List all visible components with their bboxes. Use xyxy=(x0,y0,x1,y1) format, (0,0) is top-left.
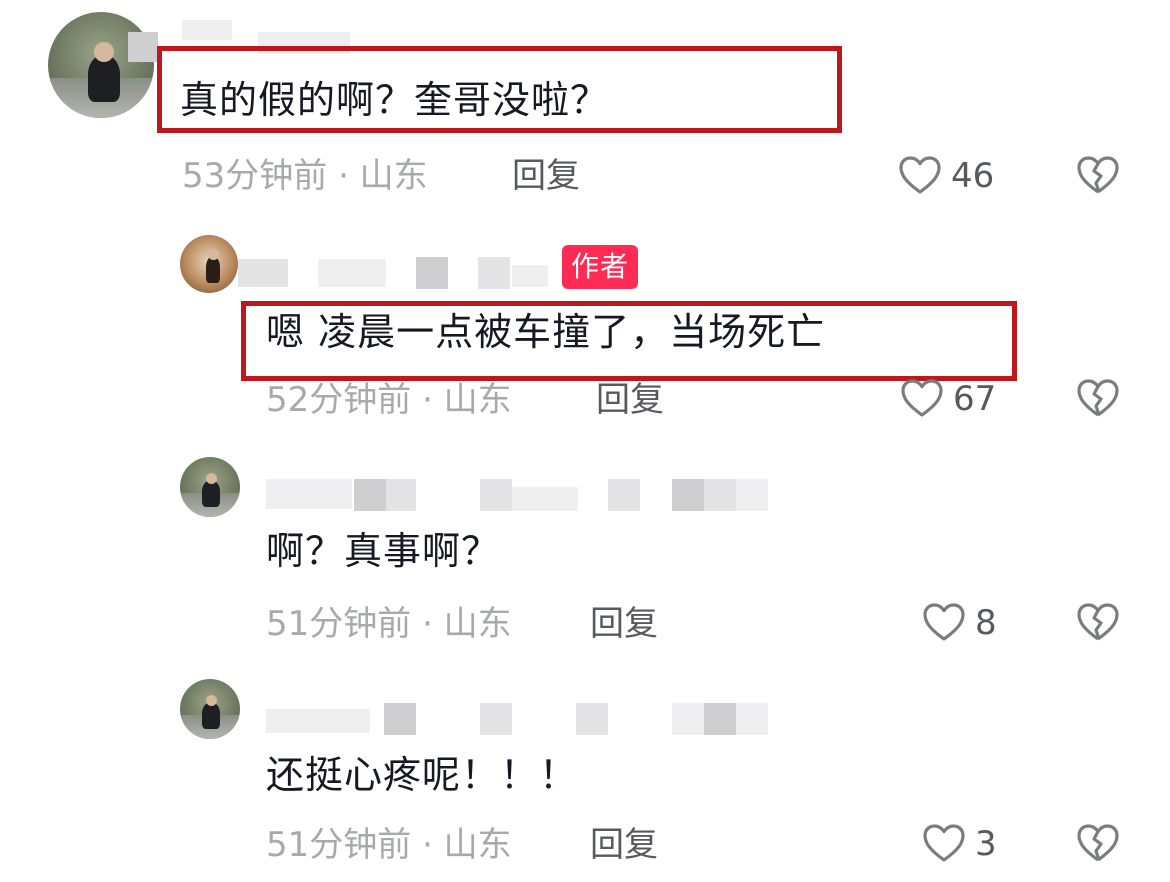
comment-item: 真的假的啊？奎哥没啦？ 53分钟前 · 山东 回复 46 xyxy=(0,0,1170,215)
username-blurred[interactable] xyxy=(128,32,158,62)
heart-outline-icon[interactable] xyxy=(922,823,966,863)
username-blurred[interactable] xyxy=(512,265,548,287)
broken-heart-icon[interactable] xyxy=(1076,602,1120,642)
username-blurred[interactable] xyxy=(736,703,768,735)
username-blurred[interactable] xyxy=(672,703,704,735)
username-blurred[interactable] xyxy=(672,479,704,511)
username-blurred[interactable] xyxy=(266,479,352,509)
comment-text: 嗯 凌晨一点被车撞了，当场死亡 xyxy=(266,310,826,354)
avatar[interactable] xyxy=(180,235,238,293)
broken-heart-icon[interactable] xyxy=(1076,155,1120,195)
like-count: 8 xyxy=(975,603,997,643)
like-count: 46 xyxy=(951,156,995,196)
username-blurred[interactable] xyxy=(354,479,386,511)
comment-time-location: 51分钟前 · 山东 xyxy=(266,825,512,865)
comment-time-location: 52分钟前 · 山东 xyxy=(266,380,512,420)
username-blurred[interactable] xyxy=(704,479,736,511)
comment-text: 还挺心疼呢！！！ xyxy=(266,753,579,797)
username-blurred[interactable] xyxy=(386,479,416,511)
heart-outline-icon[interactable] xyxy=(900,378,944,418)
heart-outline-icon[interactable] xyxy=(922,602,966,642)
username-blurred[interactable] xyxy=(704,703,736,735)
comment-item: 啊？真事啊？ 51分钟前 · 山东 回复 8 xyxy=(0,445,1170,665)
reply-button[interactable]: 回复 xyxy=(590,823,658,867)
comment-time-location: 51分钟前 · 山东 xyxy=(266,604,512,644)
username-blurred[interactable] xyxy=(480,479,512,511)
comment-item: 作者 嗯 凌晨一点被车撞了，当场死亡 52分钟前 · 山东 回复 67 xyxy=(0,215,1170,445)
avatar[interactable] xyxy=(180,679,240,739)
username-blurred[interactable] xyxy=(608,479,640,511)
comment-time-location: 53分钟前 · 山东 xyxy=(182,156,428,196)
like-count: 67 xyxy=(953,379,997,419)
username-blurred[interactable] xyxy=(384,703,416,735)
username-blurred[interactable] xyxy=(318,259,386,287)
comment-text: 真的假的啊？奎哥没啦？ xyxy=(180,78,610,122)
username-blurred[interactable] xyxy=(182,20,232,40)
author-badge: 作者 xyxy=(562,245,639,289)
avatar[interactable] xyxy=(48,12,154,118)
username-blurred[interactable] xyxy=(478,257,510,289)
comment-item: 还挺心疼呢！！！ 51分钟前 · 山东 回复 3 xyxy=(0,665,1170,882)
reply-button[interactable]: 回复 xyxy=(596,378,664,422)
username-blurred[interactable] xyxy=(416,257,448,289)
username-blurred[interactable] xyxy=(266,709,370,733)
avatar[interactable] xyxy=(180,457,240,517)
username-blurred[interactable] xyxy=(576,703,608,735)
reply-button[interactable]: 回复 xyxy=(590,602,658,646)
broken-heart-icon[interactable] xyxy=(1076,823,1120,863)
reply-button[interactable]: 回复 xyxy=(512,154,580,198)
username-blurred[interactable] xyxy=(736,479,768,511)
heart-outline-icon[interactable] xyxy=(898,155,942,195)
broken-heart-icon[interactable] xyxy=(1076,378,1120,418)
username-blurred[interactable] xyxy=(238,259,288,287)
username-blurred[interactable] xyxy=(512,487,578,511)
like-count: 3 xyxy=(975,824,997,864)
username-blurred[interactable] xyxy=(480,703,512,735)
comment-text: 啊？真事啊？ xyxy=(266,529,501,573)
